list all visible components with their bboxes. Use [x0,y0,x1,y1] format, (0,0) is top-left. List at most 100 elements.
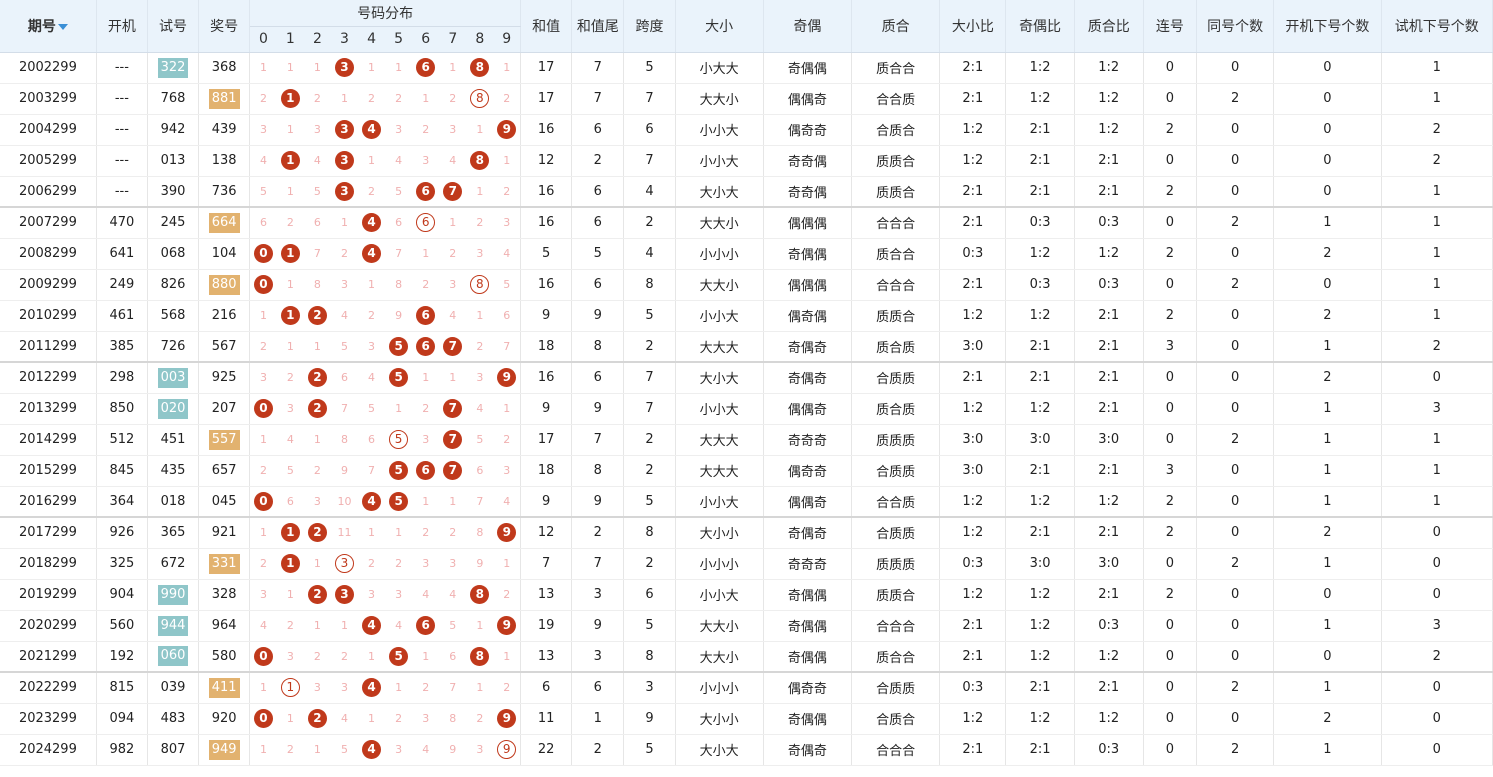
jiou-cell: 奇偶偶 [763,641,853,673]
col-jioubi-header: 奇偶比 [1005,0,1075,53]
col-period-header[interactable]: 期号 [0,0,97,53]
shihao-tag: 990 [157,584,189,605]
daxiao-cell: 小小大 [675,114,764,146]
dist-cell-9: 4 [493,238,522,270]
draw-ball: 2 [307,368,327,388]
table-row: 2013299 850 020 207 0 3 2 7 5 1 2 7 4 1 9 9 7 小小大 偶偶奇 质合质 1:… [0,393,1493,425]
hezhiwei-cell: 2 [571,516,625,549]
shihao-cell: 003 [147,361,200,394]
lianhao-cell: 2 [1143,516,1197,549]
draw-ball: 3 [334,58,354,77]
kaijixia-cell: 0 [1273,83,1382,115]
shihao-cell: 726 [147,331,200,363]
draw-ball: 2 [307,523,327,543]
dist-cell-6: 2 [412,671,440,704]
kaijixia-cell: 1 [1273,610,1382,642]
dist-cell-2: 3 [303,671,331,704]
hezhiwei-cell: 6 [571,361,625,394]
dist-cell-2: 2 [303,703,331,735]
lianhao-cell: 0 [1143,671,1197,704]
dist-cell-0: 2 [249,331,277,363]
draw-ball: 0 [253,491,273,511]
shijixia-cell: 0 [1381,734,1493,766]
kuadu-cell: 8 [623,269,676,301]
dist-cell-8: 5 [466,424,494,456]
tonghao-cell: 0 [1196,393,1275,425]
jioubi-cell: 0:3 [1005,269,1075,301]
kaiji-cell: 904 [96,579,148,611]
tonghao-cell: 0 [1196,361,1275,394]
zhihebi-cell: 2:1 [1074,300,1144,332]
jianghao-tag: 880 [208,274,240,295]
dist-cell-1: 1 [276,238,304,270]
kaijixia-cell: 1 [1273,734,1382,766]
jianghao-cell: 920 [198,703,251,735]
jioubi-cell: 2:1 [1005,671,1075,704]
dist-cell-2: 2 [303,516,331,549]
col-hezhi-header: 和值 [520,0,573,53]
dist-cell-8: 1 [466,610,494,642]
dist-cell-7: 3 [439,269,467,301]
kuadu-cell: 6 [623,579,676,611]
draw-ball: 6 [416,616,436,635]
kaiji-cell: 815 [96,671,148,704]
dist-cell-8: 2 [466,206,494,239]
jianghao-tag: 664 [208,212,240,233]
dist-cell-0: 5 [249,176,277,208]
draw-ball: 1 [280,244,300,263]
draw-ball: 5 [389,461,409,480]
period-cell: 2012299 [0,361,97,394]
dist-cell-0: 0 [249,703,277,735]
dist-cell-3: 3 [330,145,359,177]
kaijixia-cell: 1 [1273,206,1382,239]
daxiao-cell: 大大大 [675,424,764,456]
period-label: 期号 [27,18,56,35]
kuadu-cell: 7 [623,145,676,177]
kaijixia-cell: 1 [1273,548,1382,580]
draw-ball: 1 [280,554,300,573]
shijixia-cell: 1 [1381,455,1493,487]
dist-cell-2: 2 [303,455,331,487]
zhihe-cell: 合质质 [851,671,941,704]
tonghao-cell: 2 [1196,269,1275,301]
hezhiwei-cell: 6 [571,206,625,239]
jiou-cell: 奇奇奇 [763,548,853,580]
tonghao-cell: 2 [1196,206,1275,239]
dist-cell-1: 1 [276,703,304,735]
daxiao-cell: 小小大 [675,393,764,425]
kuadu-cell: 2 [623,455,676,487]
period-cell: 2007299 [0,206,97,239]
dist-cell-8: 8 [466,579,494,611]
daxiaobi-cell: 2:1 [939,83,1007,115]
dist-cell-5: 7 [385,238,413,270]
dist-cell-7: 3 [439,548,467,580]
kuadu-cell: 4 [623,238,676,270]
kuadu-cell: 5 [623,610,676,642]
shihao-cell: 060 [147,641,200,673]
jiou-cell: 奇偶奇 [763,516,853,549]
col-daxiaobi-header: 大小比 [939,0,1007,53]
shihao-cell: 013 [147,145,200,177]
table-row: 2017299 926 365 921 1 1 2 11 1 1 2 2 8 9 12 2 8 大小小 奇偶奇 合质质… [0,516,1493,549]
jiou-cell: 偶偶奇 [763,83,853,115]
dist-cell-0: 4 [249,610,277,642]
dist-cell-6: 1 [412,83,440,115]
zhihebi-cell: 2:1 [1074,516,1144,549]
col-shijixia-header: 试机下号个数 [1381,0,1493,53]
kuadu-cell: 5 [623,300,676,332]
hezhi-cell: 12 [520,145,573,177]
daxiao-cell: 大小小 [675,516,764,549]
dist-cell-5: 5 [385,455,413,487]
sort-arrow-icon[interactable] [57,23,68,30]
dist-cell-8: 8 [466,269,494,301]
draw-ball: 4 [362,244,382,263]
draw-ball: 9 [497,523,517,543]
tonghao-cell: 0 [1196,300,1275,332]
dist-cell-4: 2 [358,548,386,580]
test-ball: 3 [334,554,354,573]
draw-ball: 5 [389,336,409,356]
jianghao-cell: 925 [198,361,251,394]
daxiaobi-cell: 2:1 [939,734,1007,766]
zhihebi-cell: 1:2 [1074,52,1144,84]
dist-cell-4: 4 [358,238,386,270]
